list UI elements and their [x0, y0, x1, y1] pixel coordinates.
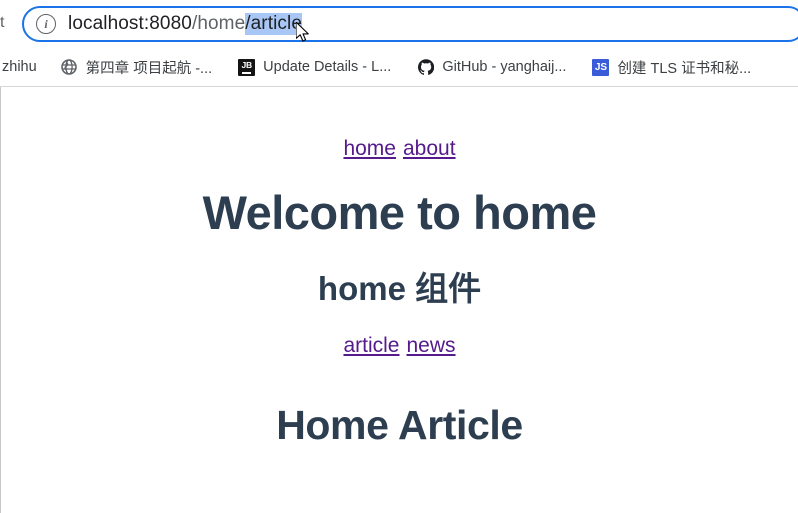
github-icon [417, 59, 434, 76]
nav-link-home[interactable]: home [343, 137, 396, 160]
bookmark-label: 创建 TLS 证书和秘... [617, 60, 752, 77]
secondary-nav: article news [1, 307, 798, 356]
jetbrains-icon: JB [238, 58, 256, 76]
url-host-part: localhost:8080 [68, 13, 192, 34]
page-content: home about Welcome to home home 组件 articl… [1, 87, 798, 448]
bookmark-item-tls-cert[interactable]: JS 创建 TLS 证书和秘... [584, 53, 759, 81]
bookmark-label: GitHub - yanghaij... [442, 59, 567, 75]
page-title: Welcome to home [202, 186, 597, 239]
bookmark-label: 第四章 项目起航 -... [85, 60, 213, 77]
js-file-icon: JS [592, 58, 610, 76]
bookmark-item-chapter4[interactable]: 第四章 项目起航 -... [53, 53, 220, 81]
bookmark-item-github[interactable]: GitHub - yanghaij... [409, 53, 574, 81]
nav-link-article[interactable]: article [343, 334, 399, 357]
toolbar-row: t i localhost:8080/home/article [0, 0, 798, 48]
address-bar[interactable]: i localhost:8080/home/article [22, 6, 798, 42]
bookmark-item-update-details[interactable]: JB Update Details - L... [230, 53, 399, 81]
primary-nav: home about [1, 87, 798, 159]
url-selected-part: /article [245, 13, 303, 35]
component-subtitle: home 组件 [317, 269, 482, 307]
globe-icon [61, 59, 78, 76]
address-bar-url[interactable]: localhost:8080/home/article [68, 13, 303, 35]
bookmark-label: Update Details - L... [263, 59, 392, 75]
toolbar-left-cutoff: t [0, 14, 5, 31]
browser-window: t i localhost:8080/home/article zhihu 第四… [0, 0, 798, 513]
bookmarks-bar: zhihu 第四章 项目起航 -... JB Update Details - … [0, 48, 798, 87]
nav-link-about[interactable]: about [403, 137, 456, 160]
page-viewport: home about Welcome to home home 组件 articl… [0, 87, 798, 513]
bookmark-item-zhihu[interactable]: zhihu [0, 53, 45, 81]
bookmark-label: zhihu [2, 59, 37, 75]
url-path-part: /home [191, 13, 246, 34]
article-heading: Home Article [276, 401, 523, 448]
nav-link-news[interactable]: news [407, 334, 456, 357]
info-circle-icon[interactable]: i [36, 14, 56, 34]
